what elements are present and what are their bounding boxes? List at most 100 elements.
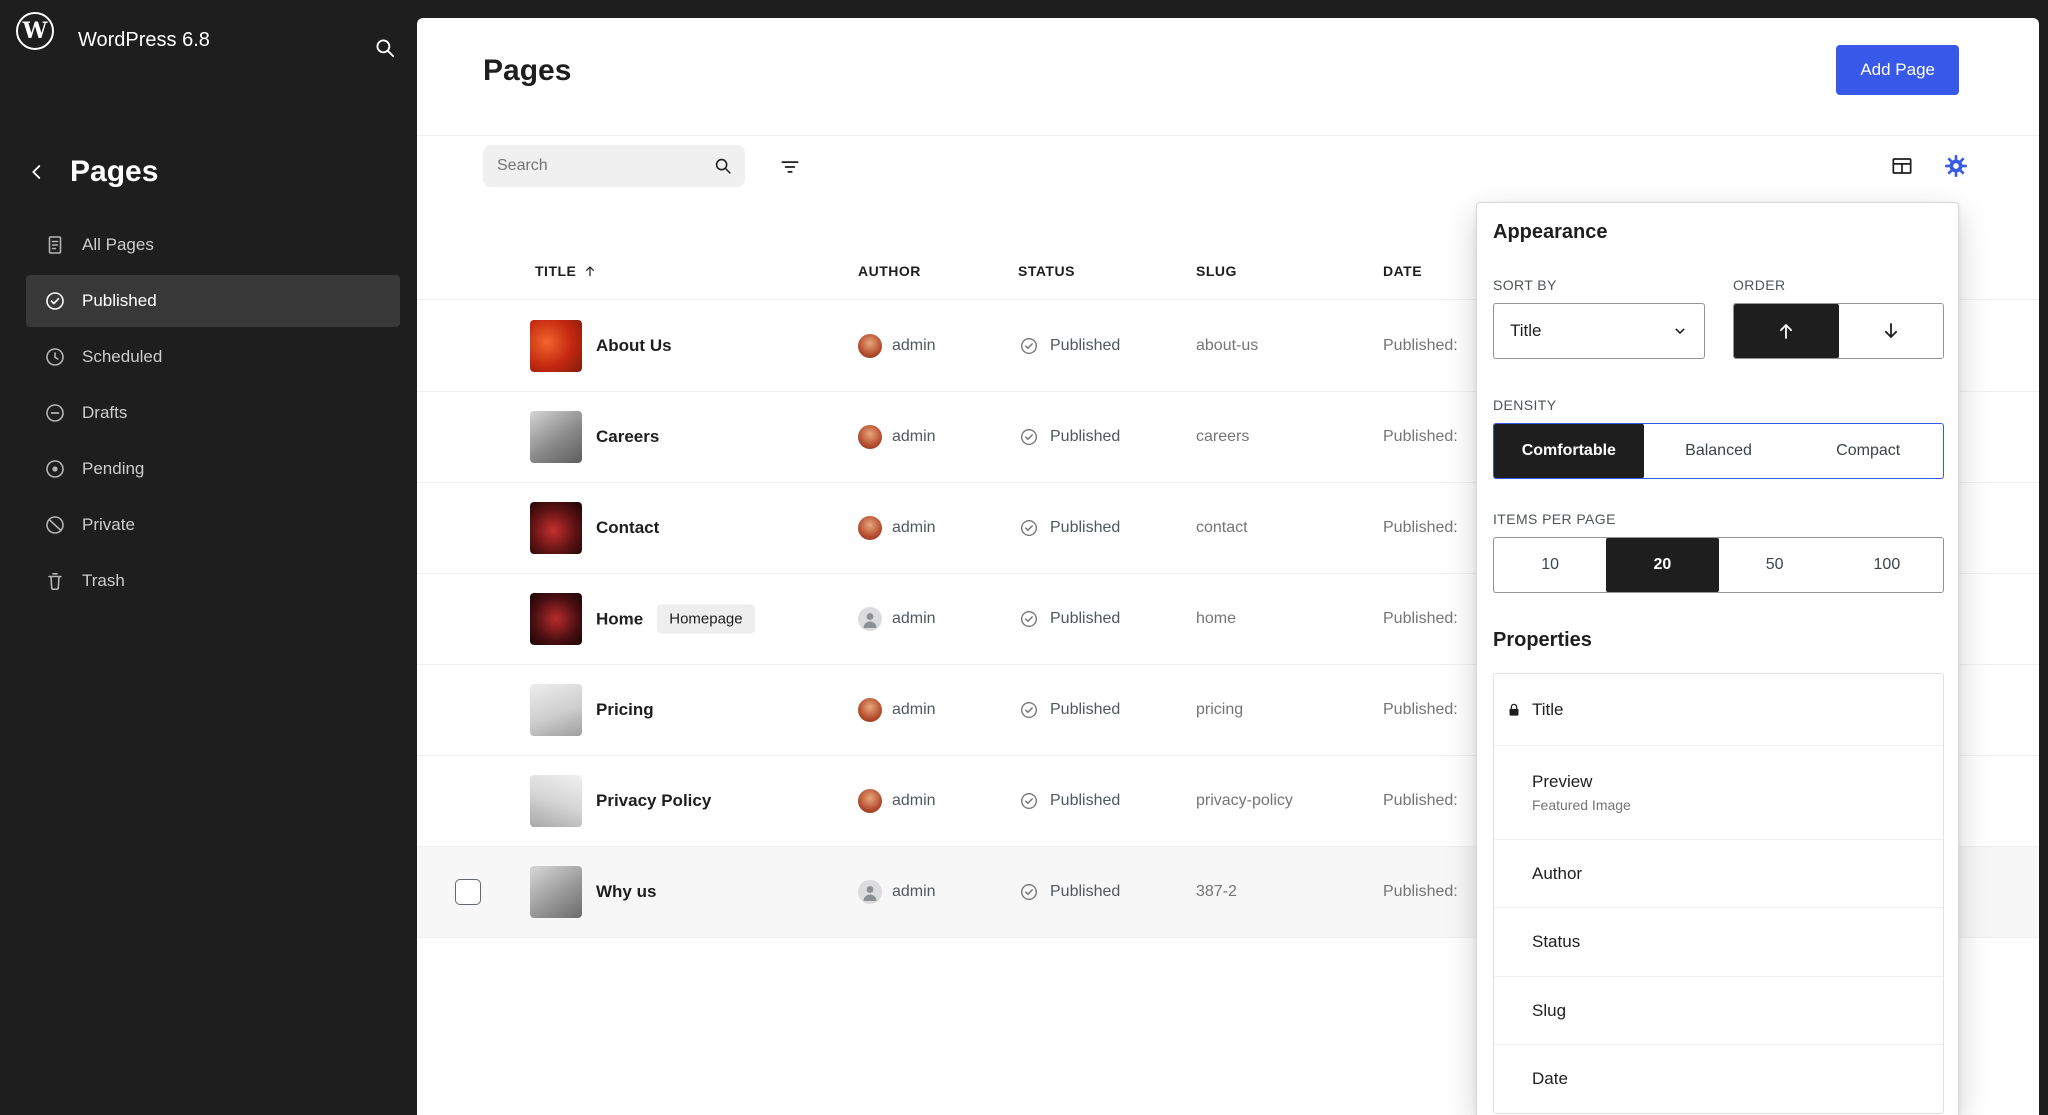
properties-title: Properties bbox=[1493, 629, 1592, 652]
density-option-balanced[interactable]: Balanced bbox=[1644, 424, 1794, 478]
status-text: Published bbox=[1050, 428, 1120, 446]
layout-table-button[interactable] bbox=[1882, 146, 1922, 186]
property-row-slug[interactable]: Slug bbox=[1494, 977, 1943, 1045]
status-published-icon bbox=[1018, 881, 1040, 903]
status-text: Published bbox=[1050, 519, 1120, 537]
column-header-date[interactable]: DATE bbox=[1383, 263, 1422, 279]
search-icon bbox=[372, 35, 398, 61]
search-box[interactable] bbox=[483, 145, 745, 187]
page-title-link[interactable]: Contact bbox=[596, 518, 659, 538]
sidebar-title: Pages bbox=[70, 155, 158, 189]
page-thumbnail bbox=[530, 866, 582, 918]
page-title-link[interactable]: About Us bbox=[596, 336, 672, 356]
sidebar-item-pending[interactable]: Pending bbox=[26, 443, 400, 495]
density-option-comfortable[interactable]: Comfortable bbox=[1494, 424, 1644, 478]
chevron-down-icon bbox=[1670, 321, 1690, 341]
items-per-page-option-50[interactable]: 50 bbox=[1719, 538, 1831, 592]
view-options-button[interactable] bbox=[1936, 146, 1976, 186]
author-name: admin bbox=[892, 428, 936, 446]
arrow-up-icon bbox=[1774, 319, 1798, 343]
items-per-page-option-10[interactable]: 10 bbox=[1494, 538, 1606, 592]
author-name: admin bbox=[892, 792, 936, 810]
author-name: admin bbox=[892, 337, 936, 355]
add-page-button[interactable]: Add Page bbox=[1836, 45, 1959, 95]
drafts-icon bbox=[42, 400, 68, 426]
property-row-date[interactable]: Date bbox=[1494, 1045, 1943, 1113]
slug-text: about-us bbox=[1196, 337, 1258, 355]
column-header-slug[interactable]: SLUG bbox=[1196, 263, 1237, 279]
property-sublabel: Featured Image bbox=[1532, 797, 1927, 813]
sidebar-item-label: Scheduled bbox=[82, 347, 162, 367]
density-option-compact[interactable]: Compact bbox=[1793, 424, 1943, 478]
page-thumbnail bbox=[530, 411, 582, 463]
date-text: Published: bbox=[1383, 792, 1458, 810]
column-header-status[interactable]: STATUS bbox=[1018, 263, 1075, 279]
sidebar-item-private[interactable]: Private bbox=[26, 499, 400, 551]
trash-icon bbox=[42, 568, 68, 594]
sidebar-item-all-pages[interactable]: All Pages bbox=[26, 219, 400, 271]
pages-content: Pages Add Page bbox=[417, 18, 2039, 1115]
page-thumbnail bbox=[530, 593, 582, 645]
property-row-preview[interactable]: Preview Featured Image bbox=[1494, 746, 1943, 840]
sort-ascending-button[interactable] bbox=[1734, 304, 1839, 358]
column-label: DATE bbox=[1383, 263, 1422, 279]
sidebar-item-published[interactable]: Published bbox=[26, 275, 400, 327]
sidebar-item-drafts[interactable]: Drafts bbox=[26, 387, 400, 439]
wordpress-logo[interactable]: W bbox=[16, 12, 54, 50]
sort-by-select[interactable]: Title bbox=[1493, 303, 1705, 359]
status-published-icon bbox=[1018, 426, 1040, 448]
items-per-page-option-100[interactable]: 100 bbox=[1831, 538, 1943, 592]
pages-icon bbox=[42, 232, 68, 258]
property-row-status[interactable]: Status bbox=[1494, 908, 1943, 977]
sort-descending-button[interactable] bbox=[1839, 304, 1944, 358]
author-avatar bbox=[858, 698, 882, 722]
sidebar-search-button[interactable] bbox=[364, 27, 406, 69]
homepage-badge: Homepage bbox=[657, 605, 754, 634]
slug-text: pricing bbox=[1196, 701, 1243, 719]
sidebar-item-scheduled[interactable]: Scheduled bbox=[26, 331, 400, 383]
page-title-link[interactable]: Why us bbox=[596, 882, 656, 902]
lock-icon bbox=[1505, 701, 1523, 719]
slug-text: careers bbox=[1196, 428, 1249, 446]
status-published-icon bbox=[1018, 790, 1040, 812]
add-filter-button[interactable] bbox=[771, 148, 809, 186]
author-name: admin bbox=[892, 883, 936, 901]
chevron-left-icon bbox=[26, 161, 48, 183]
sidebar-item-label: Pending bbox=[82, 459, 144, 479]
column-header-author[interactable]: AUTHOR bbox=[858, 263, 921, 279]
items-per-page-option-20[interactable]: 20 bbox=[1606, 538, 1718, 592]
scheduled-icon bbox=[42, 344, 68, 370]
author-avatar bbox=[858, 516, 882, 540]
status-text: Published bbox=[1050, 883, 1120, 901]
status-text: Published bbox=[1050, 337, 1120, 355]
page-title-link[interactable]: Home bbox=[596, 609, 643, 629]
property-row-author[interactable]: Author bbox=[1494, 840, 1943, 908]
app-title: WordPress 6.8 bbox=[78, 29, 210, 52]
sidebar-heading: Pages bbox=[20, 150, 158, 194]
page-title-link[interactable]: Pricing bbox=[596, 700, 654, 720]
author-avatar bbox=[858, 607, 882, 631]
row-checkbox[interactable] bbox=[455, 879, 481, 905]
sidebar-item-label: Published bbox=[82, 291, 157, 311]
sidebar-menu: All Pages Published Scheduled Drafts Pen… bbox=[26, 219, 400, 611]
page-title-link[interactable]: Privacy Policy bbox=[596, 791, 711, 811]
sidebar-item-trash[interactable]: Trash bbox=[26, 555, 400, 607]
table-layout-icon bbox=[1889, 153, 1915, 179]
sort-by-label: SORT BY bbox=[1493, 277, 1557, 293]
sidebar-item-label: Private bbox=[82, 515, 135, 535]
properties-list: Title Preview Featured Image Author Stat… bbox=[1493, 673, 1944, 1114]
page-title-link[interactable]: Careers bbox=[596, 427, 659, 447]
sidebar-item-label: All Pages bbox=[82, 235, 154, 255]
sort-ascending-icon bbox=[582, 263, 598, 279]
back-button[interactable] bbox=[20, 155, 54, 189]
column-header-title[interactable]: TITLE bbox=[535, 263, 598, 279]
property-label: Title bbox=[1532, 700, 1927, 720]
search-input[interactable] bbox=[497, 157, 704, 175]
status-published-icon bbox=[1018, 608, 1040, 630]
property-row-title[interactable]: Title bbox=[1494, 674, 1943, 746]
density-label: DENSITY bbox=[1493, 397, 1556, 413]
person-icon bbox=[858, 607, 882, 631]
slug-text: 387-2 bbox=[1196, 883, 1237, 901]
filter-icon bbox=[777, 154, 803, 180]
author-name: admin bbox=[892, 519, 936, 537]
